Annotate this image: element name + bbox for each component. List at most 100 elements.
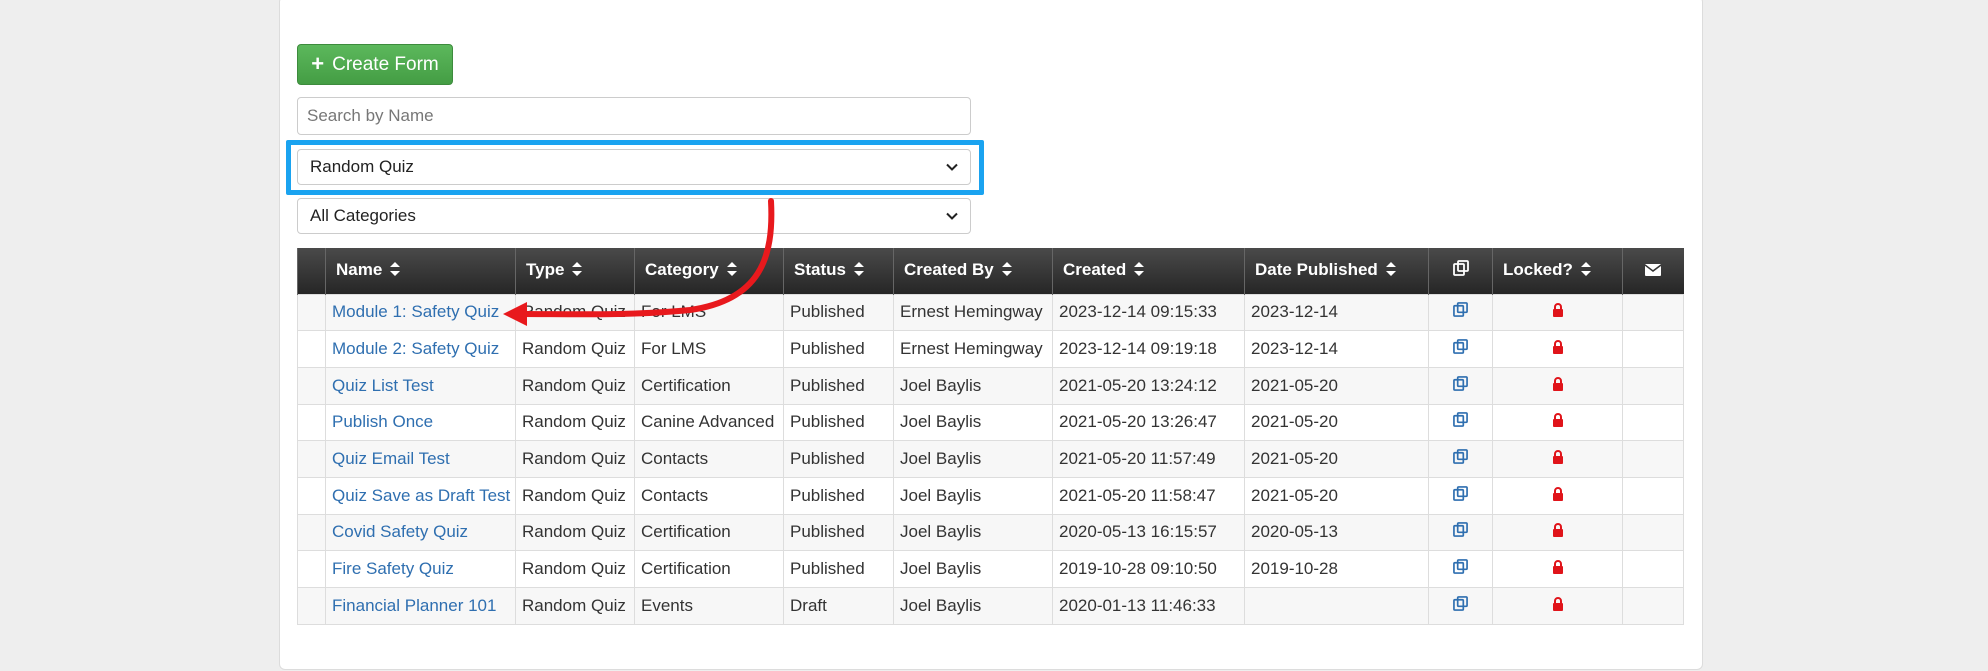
sort-icon[interactable]: [1134, 261, 1145, 281]
copy-icon[interactable]: [1453, 559, 1468, 575]
row-created-by: Joel Baylis: [893, 550, 1053, 588]
row-select-cell: [297, 587, 326, 625]
sort-icon[interactable]: [1580, 261, 1591, 281]
plus-icon: +: [311, 50, 325, 76]
lock-icon[interactable]: [1552, 486, 1564, 501]
row-name: Quiz Email Test: [325, 440, 516, 478]
header-email: [1622, 248, 1684, 294]
copy-icon[interactable]: [1453, 339, 1468, 354]
row-select-cell: [297, 476, 326, 515]
row-email-cell: [1622, 366, 1684, 405]
lock-icon[interactable]: [1552, 560, 1564, 575]
create-form-button[interactable]: + Create Form: [297, 44, 453, 85]
row-date-published: 2020-05-13: [1244, 513, 1429, 552]
sort-icon[interactable]: [1001, 261, 1012, 281]
row-locked-cell: [1492, 440, 1623, 478]
row-date-published: 2021-05-20: [1244, 440, 1429, 478]
form-name-link[interactable]: Covid Safety Quiz: [332, 522, 468, 541]
sort-icon[interactable]: [572, 261, 583, 281]
row-select-cell: [297, 366, 326, 405]
form-name-link[interactable]: Module 2: Safety Quiz: [332, 339, 499, 358]
row-date-published: 2023-12-14: [1244, 293, 1429, 332]
row-created: 2019-10-28 09:10:50: [1052, 550, 1245, 588]
row-copy-cell: [1428, 440, 1493, 478]
row-email-cell: [1622, 587, 1684, 625]
copy-icon[interactable]: [1453, 449, 1468, 464]
row-category: Certification: [634, 366, 784, 405]
copy-icon[interactable]: [1453, 595, 1468, 611]
row-locked-cell: [1492, 330, 1623, 368]
type-select[interactable]: Random Quiz: [297, 149, 971, 185]
row-type: Random Quiz: [515, 587, 635, 625]
row-name: Publish Once: [325, 403, 516, 442]
row-locked-cell: [1492, 513, 1623, 552]
lock-icon[interactable]: [1552, 523, 1564, 538]
row-email-cell: [1622, 550, 1684, 588]
lock-icon[interactable]: [1552, 340, 1564, 355]
table-row: Covid Safety Quiz Random Quiz Certificatio…: [297, 513, 1684, 552]
header-select: [297, 248, 326, 294]
row-name: Quiz List Test: [325, 366, 516, 405]
form-name-link[interactable]: Quiz Save as Draft Test: [332, 486, 510, 505]
row-category: For LMS: [634, 293, 784, 332]
form-name-link[interactable]: Quiz List Test: [332, 376, 434, 395]
sort-icon[interactable]: [390, 261, 401, 281]
row-copy-cell: [1428, 476, 1493, 515]
row-category: Certification: [634, 550, 784, 588]
sort-icon[interactable]: [853, 261, 864, 281]
form-name-link[interactable]: Financial Planner 101: [332, 596, 496, 615]
copy-icon[interactable]: [1453, 375, 1468, 391]
row-copy-cell: [1428, 513, 1493, 552]
row-email-cell: [1622, 293, 1684, 332]
form-name-link[interactable]: Fire Safety Quiz: [332, 559, 454, 578]
copy-icon[interactable]: [1453, 412, 1468, 428]
header-category[interactable]: Category: [634, 248, 784, 294]
row-date-published: 2021-05-20: [1244, 366, 1429, 405]
row-date-published: 2019-10-28: [1244, 550, 1429, 588]
copy-icon[interactable]: [1453, 485, 1468, 501]
sort-icon[interactable]: [726, 261, 737, 281]
row-created: 2023-12-14 09:15:33: [1052, 293, 1245, 332]
lock-icon[interactable]: [1552, 376, 1564, 391]
header-status[interactable]: Status: [783, 248, 894, 294]
row-select-cell: [297, 550, 326, 588]
lock-icon[interactable]: [1552, 413, 1564, 428]
header-date-published[interactable]: Date Published: [1244, 248, 1429, 294]
copy-icon[interactable]: [1453, 522, 1468, 538]
table-row: Financial Planner 101 Random Quiz Events Dr…: [297, 587, 1684, 625]
chevron-down-icon: [946, 212, 958, 220]
row-type: Random Quiz: [515, 403, 635, 442]
table-row: Publish Once Random Quiz Canine Advanced Pu…: [297, 403, 1684, 442]
copy-icon[interactable]: [1453, 302, 1468, 318]
forms-table: Name Type Category Status Created By Cre…: [297, 248, 1684, 625]
header-type[interactable]: Type: [515, 248, 635, 294]
form-name-link[interactable]: Module 1: Safety Quiz: [332, 302, 499, 321]
form-name-link[interactable]: Publish Once: [332, 412, 433, 431]
category-select[interactable]: All Categories: [297, 198, 971, 234]
row-created: 2021-05-20 13:26:47: [1052, 403, 1245, 442]
lock-icon[interactable]: [1552, 596, 1564, 611]
search-input[interactable]: [297, 97, 971, 135]
header-created[interactable]: Created: [1052, 248, 1245, 294]
lock-icon[interactable]: [1552, 303, 1564, 318]
row-created: 2021-05-20 11:57:49: [1052, 440, 1245, 478]
sort-icon[interactable]: [1385, 261, 1396, 281]
header-created-by[interactable]: Created By: [893, 248, 1053, 294]
row-locked-cell: [1492, 587, 1623, 625]
header-name[interactable]: Name: [325, 248, 516, 294]
header-locked[interactable]: Locked?: [1492, 248, 1623, 294]
row-select-cell: [297, 513, 326, 552]
row-name: Module 2: Safety Quiz: [325, 330, 516, 368]
lock-icon[interactable]: [1552, 450, 1564, 465]
row-type: Random Quiz: [515, 440, 635, 478]
row-name: Module 1: Safety Quiz: [325, 293, 516, 332]
header-copy: [1428, 248, 1493, 294]
table-row: Module 1: Safety Quiz Random Quiz For LMS P…: [297, 293, 1684, 332]
table-row: Quiz List Test Random Quiz Certification Pu…: [297, 366, 1684, 405]
row-category: Contacts: [634, 440, 784, 478]
form-name-link[interactable]: Quiz Email Test: [332, 449, 450, 468]
copy-icon: [1452, 260, 1469, 277]
row-category: Contacts: [634, 476, 784, 515]
row-category: Events: [634, 587, 784, 625]
row-email-cell: [1622, 330, 1684, 368]
